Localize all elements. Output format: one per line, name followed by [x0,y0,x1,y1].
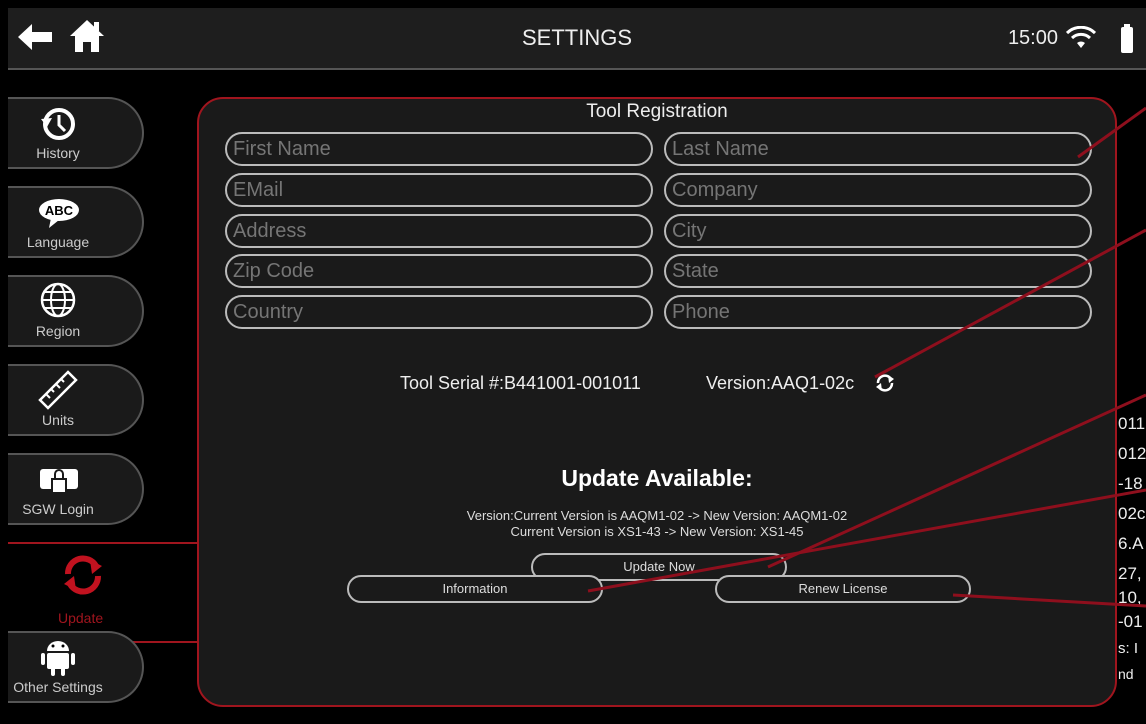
sidebar-item-label: Other Settings [13,679,103,695]
email-field[interactable] [225,173,653,207]
update-available-title: Update Available: [561,465,753,491]
globe-icon [40,282,76,318]
top-bar: SETTINGS 15:00 [8,8,1146,70]
sidebar-item-label: History [36,145,80,161]
speech-bubble-abc-icon: ABC [39,199,79,228]
city-field[interactable] [664,214,1092,248]
tool-registration-panel: Tool Registration Tool Serial #:B441001-… [197,97,1117,707]
background-text: 012 [1118,444,1146,463]
sidebar-item-update[interactable]: Update [8,542,198,643]
refresh-icon [64,555,102,595]
background-text: 011 [1118,414,1146,433]
sidebar-item-history[interactable]: History [8,97,144,169]
background-text: 6.A [1118,534,1144,553]
sidebar-item-other-settings[interactable]: Other Settings [8,631,144,703]
update-version-line: Version:Current Version is AAQM1-02 -> N… [466,508,848,523]
background-text: 02c [1118,504,1146,523]
sidebar-item-label: Region [35,323,81,339]
sidebar-item-label: Language [26,234,90,250]
battery-icon [1120,24,1134,59]
wifi-icon [1065,25,1097,55]
sidebar-item-label: SGW Login [22,501,94,517]
company-field[interactable] [664,173,1092,207]
sidebar-item-region[interactable]: Region [8,275,144,347]
refresh-version-icon[interactable] [874,372,896,399]
history-icon [41,108,75,140]
gateway-lock-icon [40,469,78,494]
renew-license-button[interactable]: Renew License [715,575,971,603]
zip-code-field[interactable] [225,254,653,288]
country-field[interactable] [225,295,653,329]
background-text: 27, [1118,564,1142,583]
update-version-line: Current Version is XS1-43 -> New Version… [510,524,804,539]
ruler-icon [38,370,78,410]
background-text: 10, [1118,588,1142,607]
clock: 15:00 [1007,27,1058,49]
sidebar-item-units[interactable]: Units [8,364,144,436]
background-text: -01 [1118,612,1143,631]
android-icon [41,641,75,676]
last-name-field[interactable] [664,132,1092,166]
page-title: SETTINGS [521,25,632,50]
background-text: s: I [1118,640,1139,657]
phone-field[interactable] [664,295,1092,329]
information-button[interactable]: Information [347,575,603,603]
sidebar-item-sgw-login[interactable]: SGW Login [8,453,144,525]
first-name-field[interactable] [225,132,653,166]
background-text: nd [1118,666,1134,682]
sidebar-item-label: Update [58,610,104,626]
address-field[interactable] [225,214,653,248]
svg-text:ABC: ABC [45,203,74,218]
sidebar-item-label: Units [42,412,74,428]
version-label: Version:AAQ1-02c [706,373,855,393]
background-text: -18 [1118,474,1143,493]
tool-serial: Tool Serial #:B441001-001011 [400,373,641,393]
state-field[interactable] [664,254,1092,288]
registration-title: Tool Registration [586,101,728,122]
sidebar-item-language[interactable]: ABC Language [8,186,144,258]
